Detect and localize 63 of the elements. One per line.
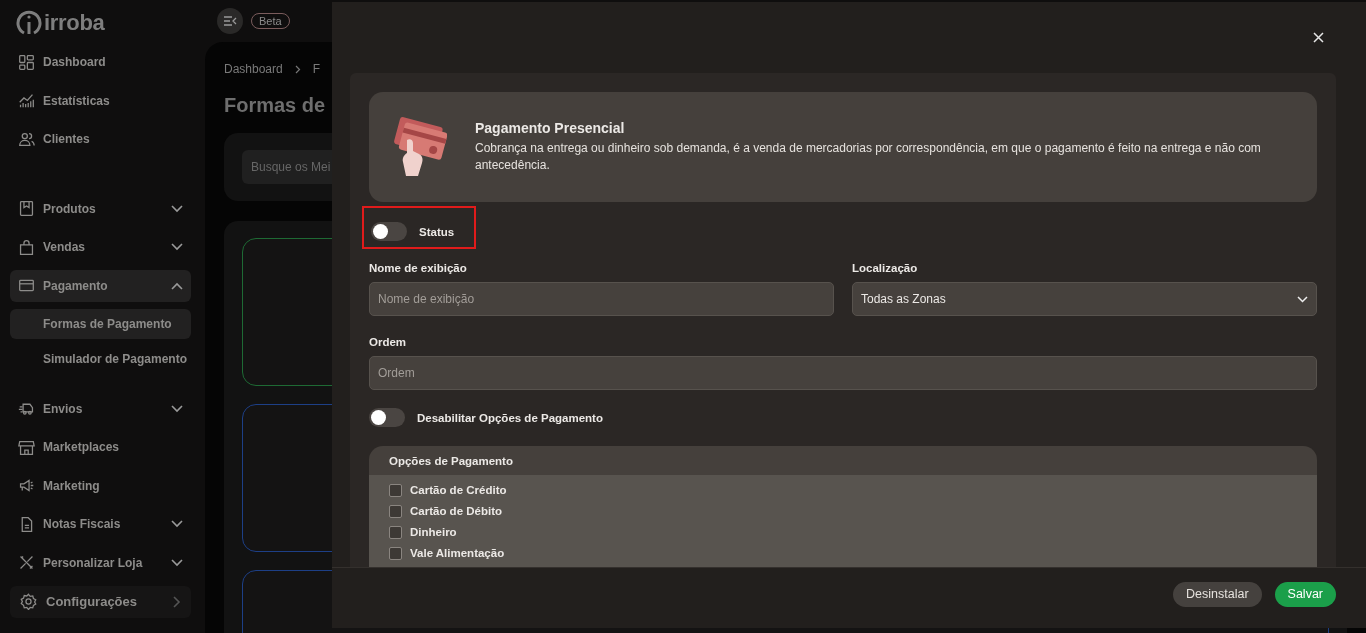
field-label: Nome de exibição bbox=[369, 262, 468, 274]
sidebar-item[interactable]: Personalizar Loja bbox=[10, 546, 191, 579]
intro-title: Pagamento Presencial bbox=[475, 120, 626, 136]
sidebar-item[interactable]: Notas Fiscais bbox=[10, 508, 191, 541]
sidebar-item[interactable]: Pagamento bbox=[10, 269, 191, 302]
sidebar-item[interactable]: Dashboard bbox=[10, 46, 191, 78]
bookmark-box-icon bbox=[18, 200, 35, 218]
checkbox-label: Cartão de Débito bbox=[410, 505, 502, 517]
logo-icon bbox=[16, 10, 42, 36]
input-field[interactable]: Ordem bbox=[369, 356, 1317, 390]
toggle-label: Status bbox=[419, 225, 455, 238]
sidebar-item[interactable]: Marketing bbox=[10, 469, 191, 502]
close-icon bbox=[1313, 32, 1324, 43]
options-header: Opções de Pagamento bbox=[369, 446, 1317, 475]
breadcrumb-link[interactable]: F bbox=[312, 62, 321, 76]
sidebar-item[interactable]: Vendas bbox=[10, 231, 191, 264]
sidebar-item[interactable]: Marketplaces bbox=[10, 431, 191, 464]
megaphone-icon bbox=[18, 477, 35, 495]
grid-icon bbox=[18, 53, 35, 71]
checkbox[interactable] bbox=[389, 504, 402, 518]
checkbox[interactable] bbox=[389, 483, 402, 497]
checkbox[interactable] bbox=[389, 525, 402, 539]
chevron-up-icon bbox=[171, 281, 183, 290]
storefront-icon bbox=[18, 438, 35, 456]
chevron-right-icon bbox=[173, 595, 181, 608]
input-field[interactable]: Nome de exibição bbox=[369, 282, 834, 316]
checkbox-label: Dinheiro bbox=[410, 526, 457, 538]
toggle-label: Desabilitar Opções de Pagamento bbox=[417, 411, 603, 424]
sidebar-subitem[interactable]: Simulador de Pagamento bbox=[10, 343, 191, 374]
chevron-down-icon bbox=[171, 558, 183, 567]
sidebar-item[interactable]: Envios bbox=[10, 392, 191, 425]
select-field[interactable]: Todas as Zonas bbox=[852, 282, 1317, 316]
sidebar-item[interactable]: Produtos bbox=[10, 192, 191, 225]
toggle-switch[interactable] bbox=[371, 222, 407, 241]
field-label: Ordem bbox=[369, 336, 408, 348]
sidebar-toggle-button[interactable] bbox=[217, 8, 243, 34]
field-label: Localização bbox=[852, 262, 919, 274]
intro-description: Cobrança na entrega ou dinheiro sob demanda, é a venda de mercadorias por correspondência, em que o pagamento é feito na entrega e não com antecedência. bbox=[475, 140, 1262, 174]
menu-collapse-icon bbox=[223, 16, 237, 26]
toggle-switch[interactable] bbox=[369, 408, 405, 427]
chevron-down-icon bbox=[171, 520, 183, 529]
sidebar-subitem[interactable]: Formas de Pagamento bbox=[10, 308, 191, 339]
chevron-down-icon bbox=[171, 243, 183, 252]
uninstall-button[interactable]: Desinstalar bbox=[1173, 581, 1262, 607]
logo-text: irroba bbox=[44, 10, 105, 36]
chevron-right-icon bbox=[294, 64, 301, 74]
settings-item[interactable]: Configurações bbox=[10, 585, 191, 618]
tools-icon bbox=[18, 554, 35, 572]
checkbox-label: Cartão de Crédito bbox=[410, 484, 507, 496]
sidebar-item[interactable]: Clientes bbox=[10, 123, 191, 156]
users-icon bbox=[18, 130, 35, 148]
shopping-bag-icon bbox=[18, 238, 35, 256]
page-title: Formas de bbox=[224, 94, 327, 117]
checkbox-label: Vale Alimentação bbox=[410, 547, 505, 559]
breadcrumb-link[interactable]: Dashboard bbox=[224, 62, 283, 76]
sidebar-item[interactable]: Estatísticas bbox=[10, 84, 191, 117]
chevron-down-icon bbox=[171, 204, 183, 213]
gear-icon bbox=[20, 593, 37, 611]
chart-icon bbox=[18, 92, 35, 110]
chevron-down-icon bbox=[171, 404, 183, 413]
chevron-down-icon bbox=[1297, 295, 1308, 303]
save-button[interactable]: Salvar bbox=[1274, 581, 1336, 607]
checkbox[interactable] bbox=[389, 546, 402, 560]
